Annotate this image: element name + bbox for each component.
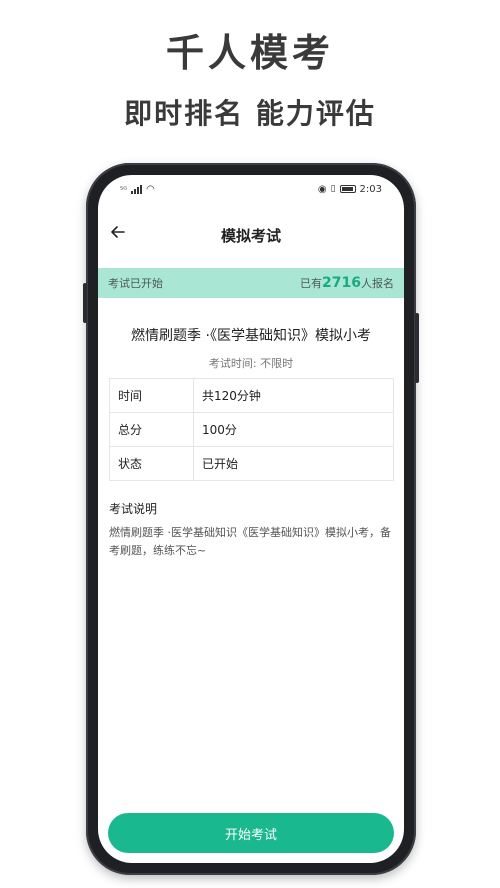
back-arrow-icon[interactable] [110, 224, 130, 246]
phone-frame: ⁵ᴳ ◠ ◉ ▯ 2:03 模拟考试 考试已开始 已有2716人报名 燃情刷题季… [83, 163, 419, 875]
promo-title: 千人模考 [165, 31, 334, 75]
battery-icon [339, 185, 356, 193]
signup-count-suffix: 人报名 [361, 277, 394, 290]
exam-time-limit: 考试时间: 不限时 [208, 357, 294, 370]
exam-status-text: 考试已开始 [108, 277, 163, 290]
exam-status-banner: 考试已开始 已有2716人报名 [98, 268, 404, 298]
info-value: 已开始 [193, 446, 394, 481]
signup-count-text: 已有2716人报名 [300, 275, 394, 291]
eye-icon: ◉ [317, 183, 327, 195]
status-bar: ⁵ᴳ ◠ ◉ ▯ 2:03 [98, 175, 404, 203]
table-row: 时间 共120分钟 [109, 378, 394, 413]
network-icon: ⁵ᴳ [120, 184, 128, 194]
signup-count: 2716 [322, 275, 361, 291]
exam-title: 燃情刷题季 ·《医学基础知识》模拟小考 [131, 328, 371, 344]
volume-button [83, 283, 87, 323]
info-label: 总分 [109, 412, 194, 447]
nav-bar: 模拟考试 [98, 215, 404, 255]
start-exam-button[interactable]: 开始考试 [108, 813, 394, 853]
signal-icon [131, 184, 143, 194]
info-label: 时间 [109, 378, 194, 413]
phone-screen: ⁵ᴳ ◠ ◉ ▯ 2:03 模拟考试 考试已开始 已有2716人报名 燃情刷题季… [98, 175, 404, 863]
promo-subtitle: 即时排名 能力评估 [124, 97, 376, 130]
info-label: 状态 [109, 446, 194, 481]
vibrate-icon: ▯ [330, 184, 336, 194]
page-title: 模拟考试 [220, 226, 281, 245]
signup-count-prefix: 已有 [300, 277, 323, 290]
exam-info-table: 时间 共120分钟 总分 100分 状态 已开始 [109, 378, 394, 481]
wifi-icon: ◠ [146, 183, 155, 195]
info-value: 共120分钟 [193, 378, 394, 413]
table-row: 状态 已开始 [109, 446, 394, 481]
clock-time: 2:03 [359, 183, 382, 195]
table-row: 总分 100分 [109, 412, 394, 447]
description-heading: 考试说明 [109, 502, 158, 516]
description-text: 燃情刷题季 ·医学基础知识《医学基础知识》模拟小考，备考刷题，练练不忘~ [109, 526, 391, 557]
power-button [415, 313, 419, 383]
info-value: 100分 [193, 412, 394, 447]
